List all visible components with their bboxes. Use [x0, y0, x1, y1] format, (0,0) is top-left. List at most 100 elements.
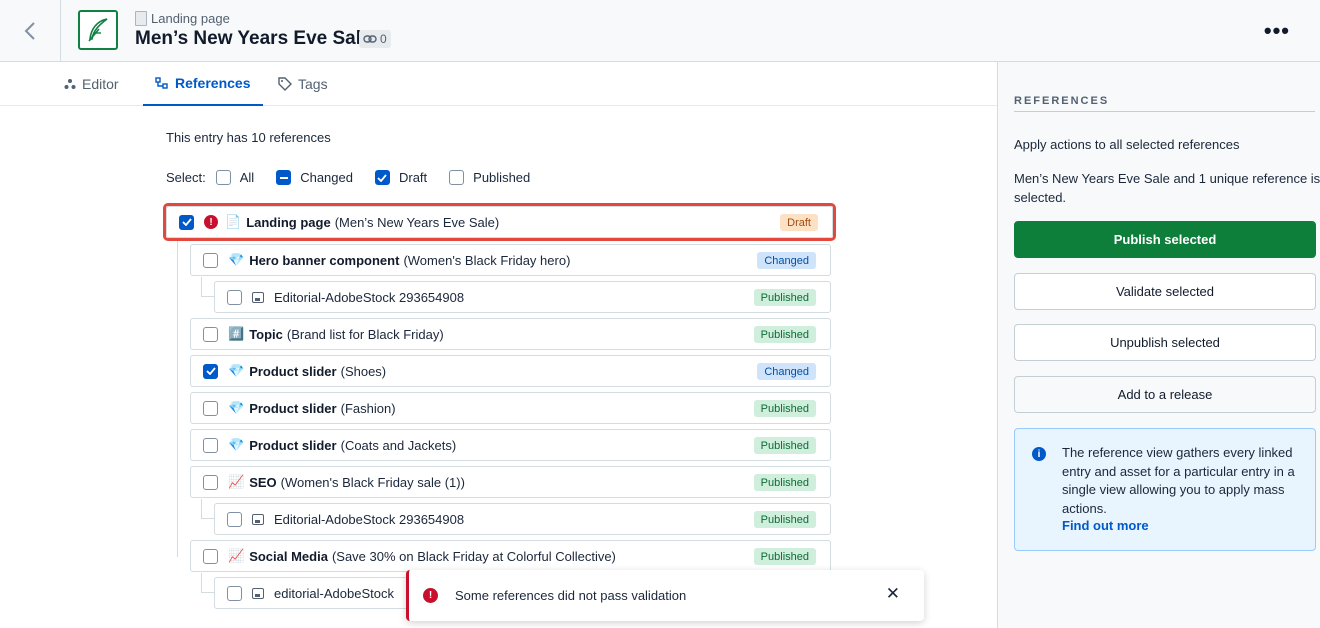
- status-badge: Changed: [757, 252, 816, 269]
- reference-row-asset[interactable]: Editorial-AdobeStock 293654908 Published: [214, 281, 831, 313]
- content-type-label: Landing page: [135, 11, 230, 26]
- reference-row[interactable]: 💎 Hero banner component (Women's Black F…: [190, 244, 831, 276]
- entry-title: Men’s New Years Eve Sale: [135, 28, 372, 49]
- select-published-checkbox[interactable]: [449, 170, 465, 185]
- tab-tags[interactable]: Tags: [278, 62, 328, 106]
- link-icon: [363, 35, 377, 43]
- tree-line: [201, 277, 202, 297]
- select-label: Select:: [166, 170, 206, 185]
- select-changed-option[interactable]: Changed: [276, 170, 353, 185]
- validate-selected-button[interactable]: Validate selected: [1014, 273, 1316, 310]
- row-title: Hero banner component: [249, 252, 400, 268]
- row-subtitle: (Fashion): [340, 400, 396, 416]
- reference-row[interactable]: 💎 Product slider (Coats and Jackets) Pub…: [190, 429, 831, 461]
- status-badge: Published: [753, 511, 816, 528]
- image-icon: [252, 513, 264, 525]
- status-badge: Published: [753, 289, 816, 306]
- select-filter-row: Select: All Changed Draft Published: [166, 170, 530, 185]
- row-title: Editorial-AdobeStock 293654908: [274, 289, 465, 305]
- references-icon: [155, 77, 168, 89]
- tree-line: [201, 518, 215, 519]
- close-toast-button[interactable]: ✕: [886, 584, 900, 604]
- find-out-more-link[interactable]: Find out more: [1062, 518, 1149, 533]
- reference-row[interactable]: 📈 Social Media (Save 30% on Black Friday…: [190, 540, 831, 572]
- row-checkbox[interactable]: [227, 511, 242, 527]
- status-badge: Published: [753, 548, 816, 565]
- select-all-label: All: [239, 170, 255, 185]
- links-count: 0: [380, 32, 387, 46]
- status-badge: Published: [753, 474, 816, 491]
- row-checkbox[interactable]: [203, 474, 218, 490]
- tab-tags-label: Tags: [298, 76, 328, 92]
- more-options-button[interactable]: •••: [1264, 18, 1290, 44]
- select-all-option[interactable]: All: [215, 170, 255, 185]
- reference-row-asset[interactable]: Editorial-AdobeStock 293654908 Published: [214, 503, 831, 535]
- toast-message: Some references did not pass validation: [455, 588, 687, 603]
- tab-editor[interactable]: Editor: [64, 62, 119, 106]
- row-subtitle: (Shoes): [340, 363, 387, 379]
- row-checkbox[interactable]: [203, 326, 218, 342]
- checkmark-icon: [377, 173, 388, 182]
- tab-references-label: References: [175, 75, 251, 91]
- references-sidebar: REFERENCES Apply actions to all selected…: [997, 62, 1320, 628]
- component-icon: 💎: [228, 437, 245, 452]
- tree-line: [201, 573, 202, 593]
- reference-row[interactable]: #️⃣ Topic (Brand list for Black Friday) …: [190, 318, 831, 350]
- row-checkbox[interactable]: [203, 548, 218, 564]
- row-checkbox[interactable]: [203, 400, 218, 416]
- component-icon: 💎: [228, 252, 245, 267]
- info-icon: i: [1032, 447, 1046, 461]
- row-checkbox[interactable]: [227, 585, 242, 601]
- tab-editor-label: Editor: [82, 76, 119, 92]
- row-title: Product slider: [249, 437, 337, 453]
- status-badge: Published: [753, 400, 816, 417]
- tag-icon: [278, 77, 292, 91]
- row-title: Topic: [249, 326, 283, 342]
- row-subtitle: (Coats and Jackets): [340, 437, 457, 453]
- page-icon: [135, 11, 147, 26]
- image-icon: [252, 587, 264, 599]
- entry-tabs: Editor References Tags: [0, 62, 997, 106]
- select-draft-checkbox[interactable]: [374, 170, 390, 185]
- row-checkbox[interactable]: [203, 363, 218, 379]
- chevron-left-icon: [24, 21, 35, 40]
- reference-row[interactable]: 📈 SEO (Women's Black Friday sale (1)) Pu…: [190, 466, 831, 498]
- links-badge[interactable]: 0: [359, 30, 391, 48]
- select-draft-option[interactable]: Draft: [374, 170, 428, 185]
- selection-summary-text: Men’s New Years Eve Sale and 1 unique re…: [1014, 171, 1320, 205]
- row-title: editorial-AdobeStock: [274, 585, 394, 601]
- row-subtitle: (Women's Black Friday sale (1)): [280, 474, 465, 490]
- select-draft-label: Draft: [398, 170, 428, 185]
- unpublish-selected-button[interactable]: Unpublish selected: [1014, 324, 1316, 361]
- row-checkbox[interactable]: [203, 437, 218, 453]
- add-to-release-button[interactable]: Add to a release: [1014, 376, 1316, 413]
- reference-row[interactable]: 💎 Product slider (Shoes) Changed: [190, 355, 831, 387]
- row-title: Product slider: [249, 363, 337, 379]
- row-subtitle: (Save 30% on Black Friday at Colorful Co…: [331, 548, 616, 564]
- tab-references[interactable]: References: [143, 62, 263, 106]
- info-note: i The reference view gathers every linke…: [1014, 428, 1316, 551]
- reference-row[interactable]: 💎 Product slider (Fashion) Published: [190, 392, 831, 424]
- status-badge: Changed: [757, 363, 816, 380]
- select-published-option[interactable]: Published: [449, 170, 530, 185]
- info-text: The reference view gathers every linked …: [1062, 445, 1295, 516]
- content-type-text: Landing page: [151, 11, 230, 26]
- references-panel: This entry has 10 references Select: All…: [0, 107, 997, 628]
- select-changed-label: Changed: [300, 170, 353, 185]
- validation-error-toast: ! Some references did not pass validatio…: [406, 570, 924, 621]
- row-checkbox[interactable]: [203, 252, 218, 268]
- status-badge: Published: [753, 437, 816, 454]
- validation-error-highlight: [163, 203, 836, 241]
- chart-icon: 📈: [228, 548, 245, 563]
- status-badge: Published: [753, 326, 816, 343]
- select-all-checkbox[interactable]: [215, 170, 231, 185]
- component-icon: 💎: [228, 400, 245, 415]
- entry-type-icon: [78, 10, 118, 50]
- row-title: Product slider: [249, 400, 337, 416]
- row-title: Editorial-AdobeStock 293654908: [274, 511, 465, 527]
- row-checkbox[interactable]: [227, 289, 242, 305]
- tree-line: [201, 296, 215, 297]
- back-button[interactable]: [0, 0, 61, 61]
- publish-selected-button[interactable]: Publish selected: [1014, 221, 1316, 258]
- select-changed-checkbox[interactable]: [276, 170, 292, 185]
